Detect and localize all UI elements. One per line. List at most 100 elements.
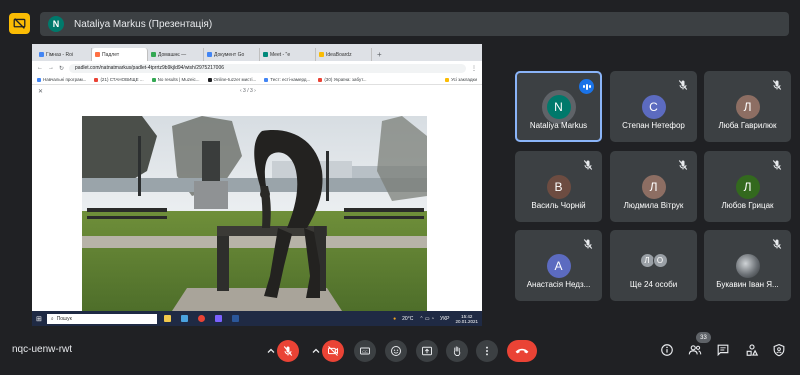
extensions-icon[interactable]: ⋮ — [471, 65, 477, 72]
participant-tile[interactable]: С Степан Нетефор — [610, 71, 697, 142]
emoji-button[interactable] — [385, 340, 407, 362]
captions-icon: CC — [360, 347, 370, 355]
shared-screen: Гімназ - Roi Падлет Домашнє — Документ G… — [32, 44, 482, 326]
participant-tile[interactable]: Букавин Іван Я... — [704, 230, 791, 301]
taskbar-app-viber[interactable] — [213, 314, 225, 324]
avatar: Л — [735, 95, 760, 119]
taskbar-search[interactable]: ⌕ Пошук — [46, 313, 157, 324]
windows-start-icon[interactable]: ⊞ — [36, 315, 42, 323]
chevron-up-icon[interactable] — [311, 346, 321, 356]
tab-favicon-icon — [207, 52, 212, 57]
forward-icon[interactable]: → — [48, 65, 54, 71]
participant-tile[interactable]: Л Люба Гаврилюк — [704, 71, 791, 142]
participant-tile-nataliya-markus[interactable]: N Nataliya Markus — [515, 71, 602, 142]
browser-tab-active[interactable]: Падлет — [92, 48, 148, 61]
close-icon[interactable]: ✕ — [38, 88, 43, 95]
raise-hand-button[interactable] — [446, 340, 468, 362]
presentation-icon[interactable] — [9, 13, 30, 34]
bookmark-item[interactable]: (21) СТАНОВИЩЕ ... — [94, 77, 144, 82]
participant-tile[interactable]: Л Любов Грицак — [704, 151, 791, 222]
participant-name: Василь Чорній — [531, 201, 586, 210]
tab-favicon-icon — [151, 52, 156, 57]
chevron-up-icon[interactable] — [266, 346, 276, 356]
bookmark-label: Online-tuzzer мисті... — [213, 77, 257, 82]
svg-text:CC: CC — [362, 350, 368, 354]
sculpture-photo — [82, 116, 427, 311]
participant-name: Степан Нетефор — [622, 121, 685, 130]
leave-call-button[interactable] — [507, 340, 537, 362]
viewer-pagination[interactable]: ‹ 3 / 3 › — [240, 88, 256, 94]
taskbar-language[interactable]: УКР — [440, 316, 449, 322]
new-tab-icon[interactable]: + — [372, 50, 382, 61]
meeting-code[interactable]: nqc-uenw-rwt — [12, 344, 72, 355]
taskbar-clock[interactable]: 15:42 20.01.2021 — [455, 314, 478, 324]
taskbar-app-word[interactable] — [230, 314, 242, 324]
search-icon: ⌕ — [50, 315, 54, 322]
captions-button[interactable]: CC — [354, 340, 376, 362]
reload-icon[interactable]: ↻ — [59, 65, 64, 72]
padlet-viewer-bar: ✕ ‹ 3 / 3 › — [32, 85, 482, 99]
raise-hand-icon — [453, 346, 461, 356]
taskbar-app-store[interactable] — [179, 314, 191, 324]
speaking-indicator-icon — [579, 79, 594, 94]
mic-off-icon — [772, 160, 782, 170]
participant-tile[interactable]: А Анастасія Недз... — [515, 230, 602, 301]
more-options-button[interactable] — [476, 340, 498, 362]
bookmark-item[interactable]: Тест: есті-камерд... — [264, 77, 310, 82]
bookmark-icon — [151, 77, 156, 82]
browser-tab[interactable]: Гімназ - Roi — [36, 48, 92, 61]
participant-name: Nataliya Markus — [529, 121, 588, 130]
participant-name: Анастасія Недз... — [526, 280, 591, 289]
participant-tile[interactable]: Л Людмила Вітрук — [610, 151, 697, 222]
bookmark-item[interactable]: Online-tuzzer мисті... — [207, 77, 257, 82]
avatar — [735, 254, 760, 278]
windows-taskbar: ⊞ ⌕ Пошук ● 20°C ⌃ ▭ ◔ УКР 15:42 20.01.2… — [32, 311, 482, 326]
more-participants-tile[interactable]: Л О Ще 24 особи — [610, 230, 697, 301]
browser-tab[interactable]: Домашнє — — [148, 48, 204, 61]
presenter-banner[interactable]: N Nataliya Markus (Презентація) — [40, 12, 789, 36]
tab-favicon-icon — [263, 52, 268, 57]
mic-off-icon — [772, 80, 782, 90]
bookmark-item[interactable]: (30) Україна: забут... — [318, 77, 367, 82]
avatar: В — [546, 175, 571, 199]
bookmark-item[interactable]: Навчальні програм... — [37, 77, 86, 82]
people-icon[interactable] — [688, 343, 702, 357]
mic-toggle-button[interactable] — [277, 340, 299, 362]
bookmark-item[interactable]: Усі закладки — [445, 77, 477, 82]
folder-icon — [445, 77, 450, 82]
browser-tab[interactable]: IdeaBoardz — [316, 48, 372, 61]
info-icon[interactable] — [660, 343, 674, 357]
browser-tab[interactable]: Документ Go — [204, 48, 260, 61]
browser-address-row: ← → ↻ padlet.com/natnatmarkus/padlet-4tp… — [32, 61, 482, 75]
taskbar-date: 20.01.2021 — [455, 318, 478, 324]
bookmark-label: (21) СТАНОВИЩЕ ... — [100, 77, 144, 82]
word-icon — [232, 315, 240, 322]
taskbar-search-placeholder: Пошук — [56, 315, 72, 322]
bookmark-icon — [94, 77, 99, 82]
mic-off-icon — [772, 239, 782, 249]
avatar: А — [546, 254, 571, 278]
taskbar-app-explorer[interactable] — [162, 314, 174, 324]
presenter-avatar: N — [48, 16, 64, 32]
tray-icons[interactable]: ⌃ ▭ ◔ — [419, 316, 434, 322]
presenter-banner-text: Nataliya Markus (Презентація) — [74, 18, 213, 30]
bookmark-item[interactable]: No results | Muzeic... — [151, 77, 200, 82]
participant-count-badge: 33 — [696, 332, 711, 343]
tab-label: Документ Go — [214, 51, 245, 58]
tab-label: Гімназ - Roi — [46, 51, 73, 58]
browser-tab[interactable]: Meet - "e — [260, 48, 316, 61]
bookmark-label: (30) Україна: забут... — [324, 77, 367, 82]
camera-toggle-button[interactable] — [322, 340, 344, 362]
activities-icon[interactable] — [745, 343, 759, 357]
back-icon[interactable]: ← — [37, 65, 43, 71]
more-vert-icon — [486, 346, 488, 356]
address-bar[interactable]: padlet.com/natnatmarkus/padlet-4tprrtz9b… — [69, 63, 466, 73]
present-button[interactable] — [416, 340, 438, 362]
call-end-icon — [515, 348, 529, 354]
participant-tile[interactable]: В Василь Чорній — [515, 151, 602, 222]
bookmark-label: No results | Muzeic... — [157, 77, 200, 82]
meet-window: N Nataliya Markus (Презентація) Гімназ -… — [0, 0, 800, 375]
taskbar-app-chrome[interactable] — [196, 314, 208, 324]
chat-icon[interactable] — [716, 343, 730, 357]
host-controls-icon[interactable] — [772, 343, 786, 357]
